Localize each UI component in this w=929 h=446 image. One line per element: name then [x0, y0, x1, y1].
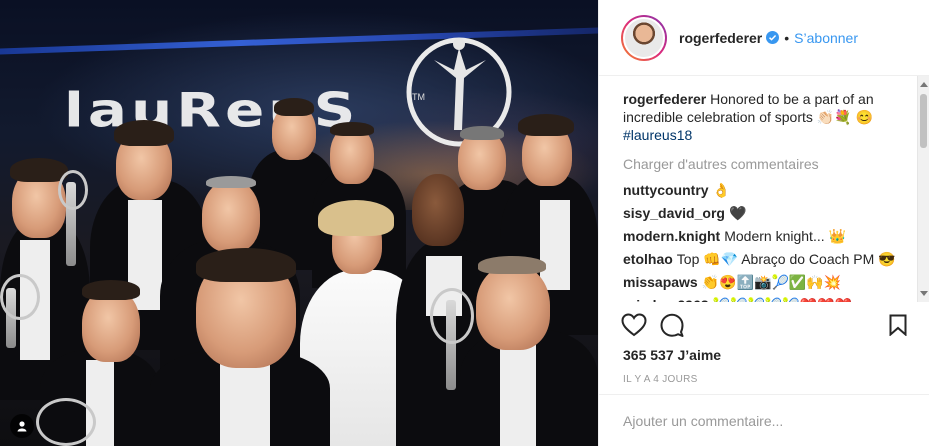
likes-count[interactable]: 365 537 J’aime [623, 347, 721, 363]
scroll-up-arrow-icon[interactable] [920, 82, 928, 87]
person-back-2-hair [330, 122, 374, 136]
comment-username[interactable]: sisy_david_org [623, 205, 725, 221]
comment-text: 👏😍🔝📸🎾✅🙌💥 [701, 274, 842, 290]
trophy-4-ring [36, 398, 96, 446]
comment-text: Modern knight... 👑 [724, 228, 846, 244]
comment-username[interactable]: etolhao [623, 251, 673, 267]
scroll-down-arrow-icon[interactable] [920, 291, 928, 296]
post-side-panel: rogerfederer • S’abonner rogerfederer Ho… [598, 0, 929, 446]
comment-item: erimboc2963 🎾🎾🎾🎾🎾❤️❤️❤️ [623, 296, 906, 302]
post-caption: rogerfederer Honored to be a part of an … [623, 90, 913, 144]
comment-item: sisy_david_org 🖤 [623, 204, 906, 222]
heart-icon [621, 313, 647, 337]
person-front-center-hair [196, 248, 296, 282]
person-mid-face [202, 180, 260, 252]
person-left-2-hair [114, 120, 174, 146]
trophy-2-ring [0, 274, 40, 320]
person-front-right-shirt [500, 340, 536, 446]
person-front-right-hair [478, 256, 546, 274]
scroll-thumb[interactable] [920, 94, 927, 148]
person-right-1-face [412, 174, 464, 246]
post-photo[interactable]: lauReuS TM [0, 0, 598, 446]
trademark-sign: TM [412, 92, 425, 102]
trophy-1-ring [58, 170, 88, 210]
avatar-story-ring[interactable] [621, 14, 667, 61]
caption-username[interactable]: rogerfederer [623, 91, 706, 107]
person-mid-hair [206, 176, 256, 188]
comment-item: missapaws 👏😍🔝📸🎾✅🙌💥 [623, 273, 906, 291]
comment-username[interactable]: nuttycountry [623, 182, 709, 198]
trophy-3-ring [430, 288, 474, 344]
caption-hashtag[interactable]: #laureus18 [623, 127, 692, 143]
comment-button[interactable] [659, 312, 685, 338]
person-back-1-hair [274, 98, 314, 116]
comment-text: 👌 [712, 182, 730, 198]
follow-button[interactable]: S’abonner [794, 30, 858, 46]
comment-username[interactable]: erimboc2963 [623, 297, 709, 302]
person-back-3-hair [460, 126, 504, 140]
post-actions [621, 312, 911, 338]
comments-scrollbar[interactable] [917, 76, 929, 302]
save-button[interactable] [885, 312, 911, 338]
bookmark-icon [889, 314, 907, 336]
verified-badge-icon [766, 31, 780, 44]
person-front-right-face [476, 264, 550, 350]
post-header: rogerfederer • S’abonner [599, 0, 929, 76]
comment-item: etolhao Top 👊💎 Abraço do Coach PM 😎 [623, 250, 906, 268]
comments-list[interactable]: rogerfederer Honored to be a part of an … [599, 76, 929, 302]
person-back-4-hair [518, 114, 574, 136]
user-tag-icon[interactable] [10, 414, 34, 438]
person-front-left-hair [82, 280, 140, 300]
header-username[interactable]: rogerfederer [679, 30, 762, 46]
person-lady-hair [318, 200, 394, 236]
comment-username[interactable]: modern.knight [623, 228, 720, 244]
comment-item: modern.knight Modern knight... 👑 [623, 227, 906, 245]
comment-text: Top 👊💎 Abraço do Coach PM 😎 [676, 251, 896, 267]
comment-text: 🎾🎾🎾🎾🎾❤️❤️❤️ [713, 297, 852, 302]
person-back-4-shirt [540, 200, 570, 290]
speech-bubble-icon [660, 313, 684, 337]
avatar[interactable] [623, 16, 665, 59]
load-more-comments-button[interactable]: Charger d'autres commentaires [623, 156, 906, 172]
comment-item: nuttycountry 👌 [623, 181, 906, 199]
comment-text: 🖤 [728, 205, 747, 221]
add-comment-input[interactable]: Ajouter un commentaire... [599, 394, 929, 446]
comment-username[interactable]: missapaws [623, 274, 698, 290]
post-timestamp[interactable]: IL Y A 4 JOURS [623, 374, 698, 385]
person-front-center-shirt [220, 360, 270, 446]
like-button[interactable] [621, 312, 647, 338]
header-separator: • [784, 29, 790, 46]
